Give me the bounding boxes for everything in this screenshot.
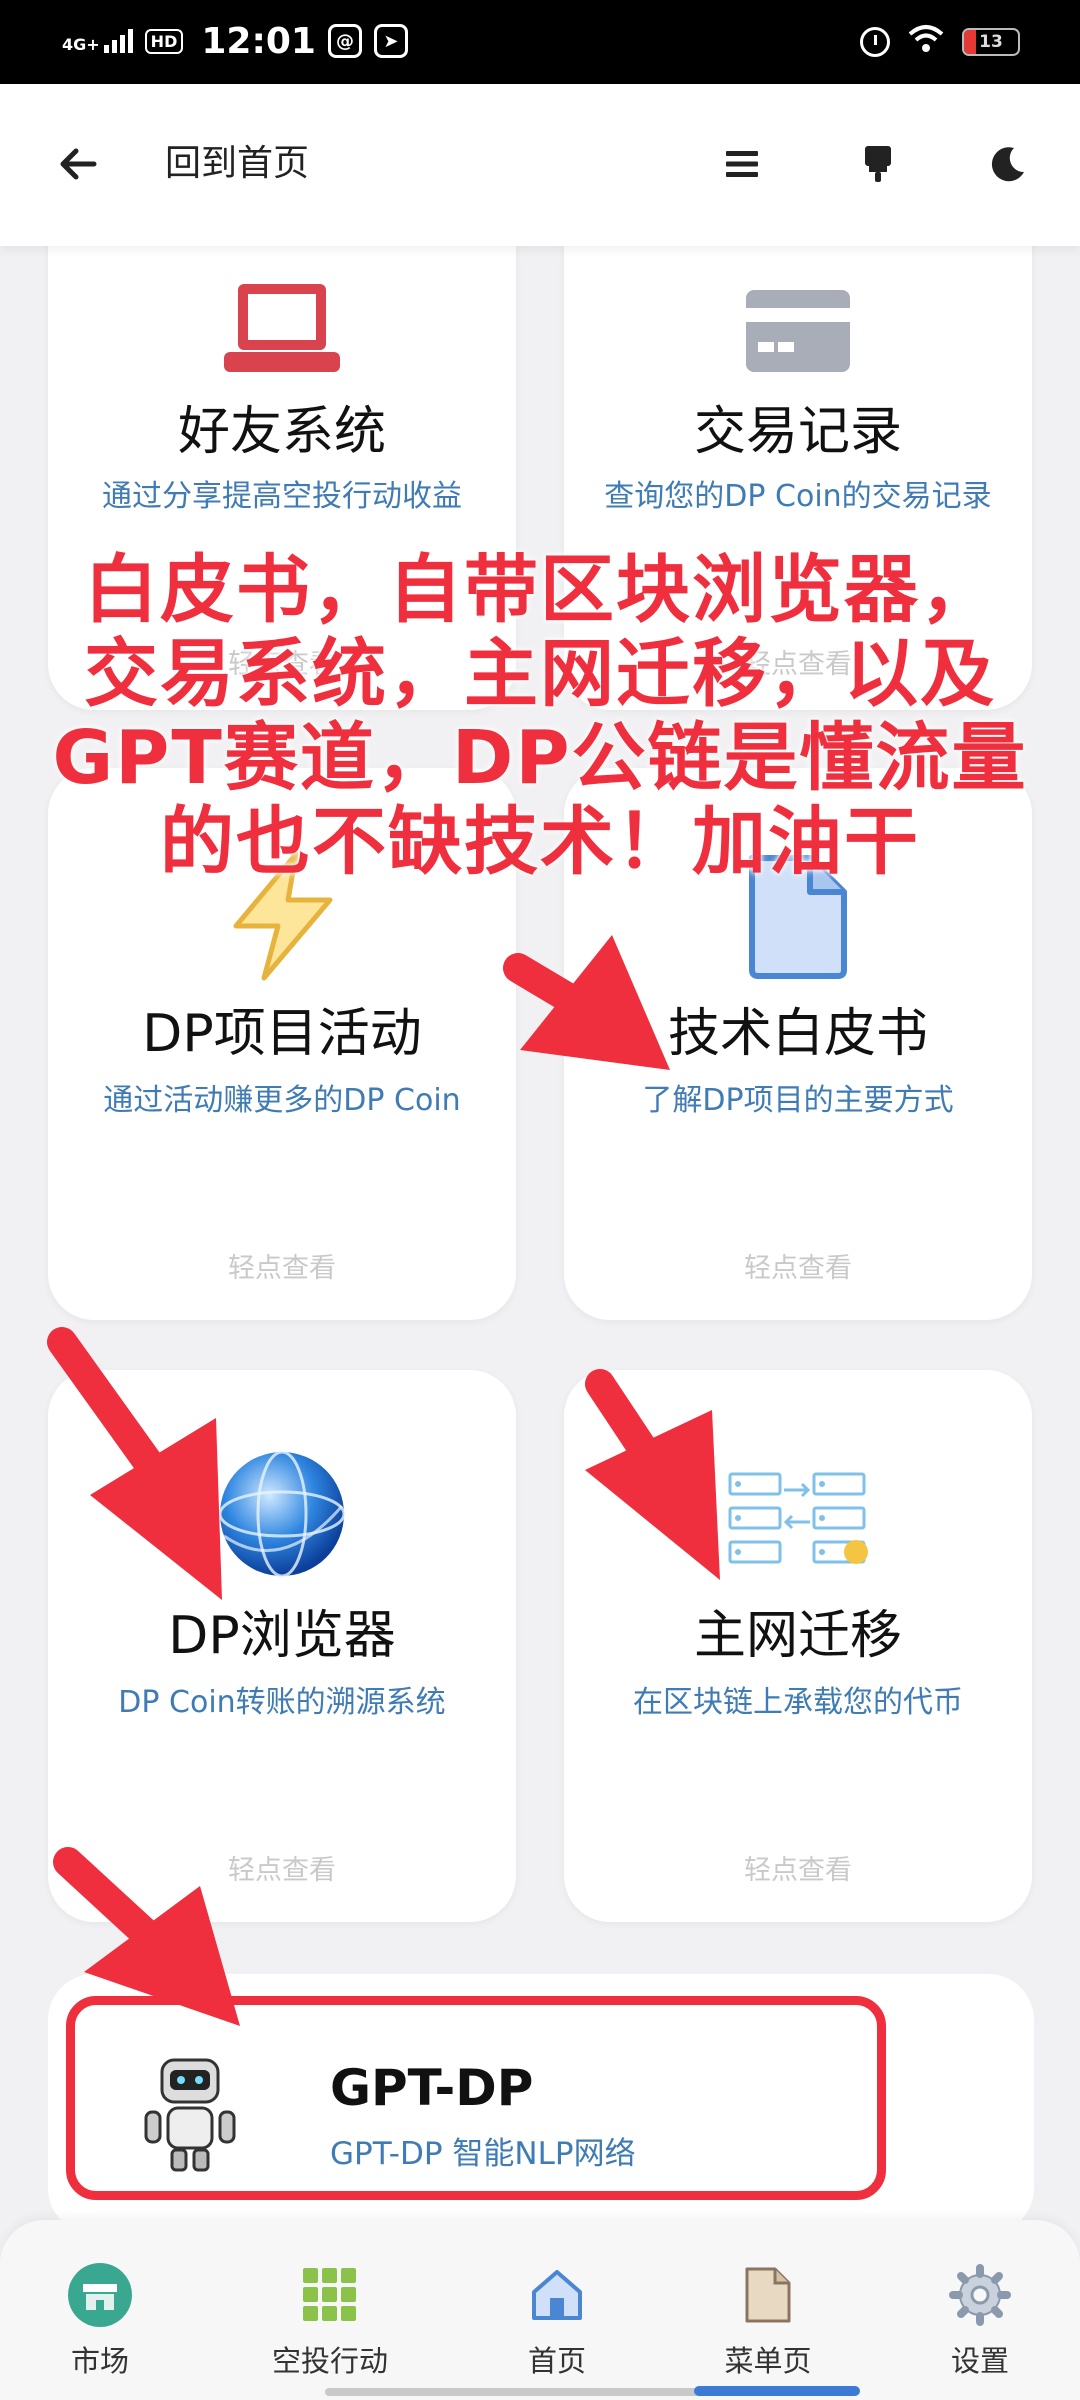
nav-label: 市场 bbox=[70, 2344, 129, 2378]
card-subtitle: 在区块链上承载您的代币 bbox=[633, 1685, 963, 1720]
annotation-line: 交易系统，主网迁移，以及 bbox=[84, 631, 996, 717]
card-title: 主网迁移 bbox=[693, 1606, 902, 1666]
card-subtitle: 通过活动赚更多的DP Coin bbox=[103, 1083, 461, 1118]
nav-menu-page[interactable]: 菜单页 bbox=[678, 2260, 858, 2378]
market-icon bbox=[65, 2260, 135, 2330]
gesture-bar[interactable] bbox=[325, 2388, 755, 2396]
card-subtitle: 了解DP项目的主要方式 bbox=[642, 1083, 954, 1118]
annotation-line: GPT赛道，DP公链是懂流量 bbox=[52, 715, 1028, 801]
robot-icon bbox=[140, 2054, 240, 2174]
card-subtitle: 通过分享提高空投行动收益 bbox=[102, 479, 462, 514]
tap-to-view: 轻点查看 bbox=[744, 1253, 852, 1284]
battery-icon: 13 bbox=[962, 28, 1020, 56]
gesture-indicator bbox=[694, 2386, 860, 2396]
home-icon bbox=[522, 2260, 592, 2330]
card-title: 好友系统 bbox=[177, 402, 386, 462]
nav-home[interactable]: 首页 bbox=[467, 2260, 647, 2378]
tap-to-view: 轻点查看 bbox=[744, 1855, 852, 1886]
annotation-line: 白皮书，自带区块浏览器， bbox=[84, 547, 996, 633]
server-migration-icon bbox=[728, 1472, 868, 1568]
menu-list-icon[interactable] bbox=[716, 138, 768, 190]
alarm-icon bbox=[860, 27, 890, 57]
app-notification-icon: @ bbox=[327, 24, 362, 58]
page-title[interactable]: 回到首页 bbox=[165, 142, 309, 186]
battery-level: 13 bbox=[979, 32, 1003, 52]
clock: 12:01 bbox=[201, 20, 316, 62]
laptop-icon bbox=[224, 282, 340, 378]
network-type: 4G+ bbox=[62, 35, 100, 54]
card-dp-browser[interactable]: DP浏览器 DP Coin转账的溯源系统 轻点查看 bbox=[48, 1370, 516, 1922]
grid-icon bbox=[295, 2260, 365, 2330]
back-arrow-icon[interactable] bbox=[54, 140, 102, 188]
dark-mode-moon-icon[interactable] bbox=[982, 138, 1034, 190]
annotation-overlay-text: 白皮书，自带区块浏览器， 交易系统，主网迁移，以及 GPT赛道，DP公链是懂流量… bbox=[20, 548, 1060, 884]
card-title: 交易记录 bbox=[693, 402, 902, 462]
nav-market[interactable]: 市场 bbox=[10, 2260, 190, 2378]
card-subtitle: DP Coin转账的溯源系统 bbox=[118, 1685, 446, 1720]
card-title: DP浏览器 bbox=[168, 1606, 396, 1666]
hd-badge: HD bbox=[144, 28, 184, 54]
nav-label: 设置 bbox=[950, 2344, 1009, 2378]
nav-settings[interactable]: 设置 bbox=[890, 2260, 1070, 2378]
annotation-line: 的也不缺技术！加油干 bbox=[160, 799, 920, 885]
menu-page-icon bbox=[733, 2260, 803, 2330]
card-title: DP项目活动 bbox=[142, 1004, 422, 1064]
card-subtitle: 查询您的DP Coin的交易记录 bbox=[604, 479, 992, 514]
tap-to-view: 轻点查看 bbox=[228, 1855, 336, 1886]
card-mainnet-migration[interactable]: 主网迁移 在区块链上承载您的代币 轻点查看 bbox=[564, 1370, 1032, 1922]
nav-airdrop[interactable]: 空投行动 bbox=[240, 2260, 420, 2378]
signal-bars-icon bbox=[103, 29, 133, 53]
wifi-icon bbox=[908, 24, 944, 61]
nav-label: 菜单页 bbox=[724, 2344, 812, 2378]
credit-card-icon bbox=[746, 290, 850, 372]
nav-label: 首页 bbox=[527, 2344, 586, 2378]
network-indicator: 4G+ bbox=[62, 29, 133, 53]
settings-icon bbox=[945, 2260, 1015, 2330]
gpt-subtitle: GPT-DP 智能NLP网络 bbox=[330, 2136, 636, 2172]
gpt-title: GPT-DP bbox=[330, 2059, 534, 2117]
theme-brush-icon[interactable] bbox=[852, 138, 904, 190]
bottom-navigation: 市场 空投行动 首页 菜单页 设置 bbox=[0, 2220, 1080, 2400]
tap-to-view: 轻点查看 bbox=[228, 1253, 336, 1284]
globe-icon bbox=[214, 1446, 350, 1582]
card-title: 技术白皮书 bbox=[667, 1004, 928, 1064]
top-app-bar: 回到首页 bbox=[0, 84, 1080, 246]
nav-label: 空投行动 bbox=[271, 2344, 388, 2378]
telegram-icon: ➤ bbox=[373, 24, 408, 58]
status-bar: 4G+ HD 12:01 @ ➤ 13 bbox=[0, 0, 1080, 84]
